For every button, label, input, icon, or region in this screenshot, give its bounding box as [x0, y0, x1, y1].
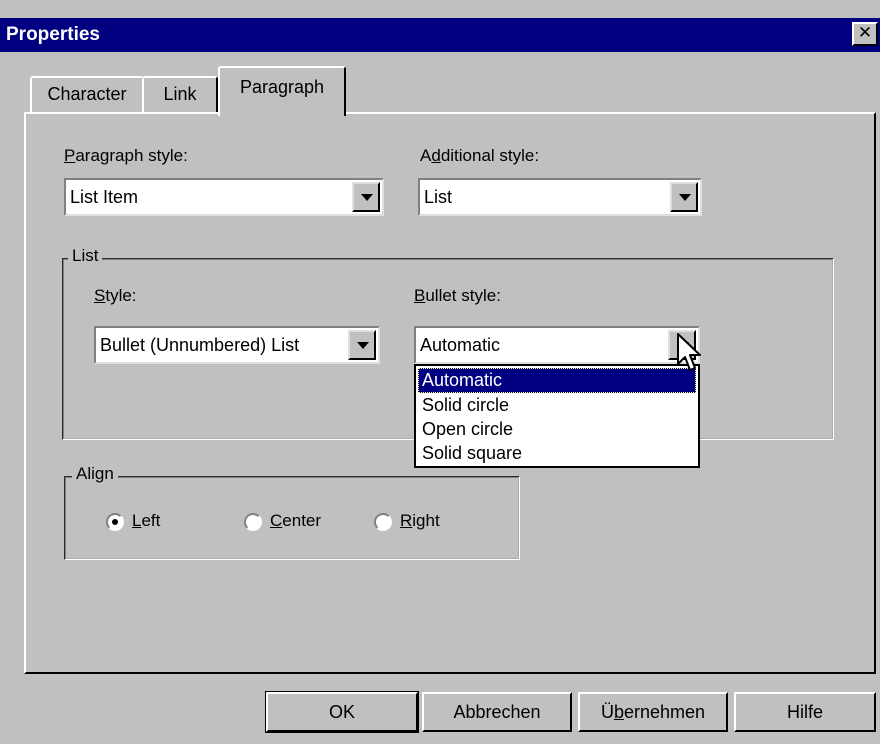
tab-link[interactable]: Link: [142, 76, 218, 112]
cancel-button[interactable]: Abbrechen: [422, 692, 572, 732]
list-item-solid-circle[interactable]: Solid circle: [418, 393, 696, 418]
align-center-label[interactable]: Center: [270, 511, 321, 531]
bullet-style-label: Bullet style:: [414, 286, 501, 305]
list-style-value: Bullet (Unnumbered) List: [100, 335, 300, 355]
align-right-label[interactable]: Right: [400, 511, 440, 531]
help-button[interactable]: Hilfe: [734, 692, 876, 732]
align-center-radio[interactable]: [244, 513, 262, 531]
bullet-style-dropdown-list[interactable]: Automatic Solid circle Open circle Solid…: [414, 364, 700, 468]
additional-style-combo[interactable]: List: [418, 178, 702, 216]
list-item-solid-square[interactable]: Solid square: [418, 441, 696, 466]
align-right-radio[interactable]: [374, 513, 392, 531]
additional-style-value: List: [424, 187, 453, 207]
chevron-down-icon[interactable]: [352, 182, 380, 212]
align-group-legend: Align: [72, 464, 118, 484]
paragraph-style-label: Paragraph style:: [64, 146, 188, 165]
paragraph-style-combo[interactable]: List Item: [64, 178, 384, 216]
additional-style-label: Additional style:: [420, 146, 540, 165]
bullet-style-combo[interactable]: Automatic: [414, 326, 700, 364]
title-bar[interactable]: [0, 18, 880, 52]
tab-paragraph[interactable]: Paragraph: [218, 66, 346, 116]
list-style-combo[interactable]: Bullet (Unnumbered) List: [94, 326, 380, 364]
tab-character[interactable]: Character: [30, 76, 144, 112]
paragraph-style-value: List Item: [70, 187, 139, 207]
list-group-legend: List: [68, 246, 103, 266]
mouse-pointer-icon: [677, 333, 701, 371]
list-item-open-circle[interactable]: Open circle: [418, 417, 696, 442]
list-style-label: Style:: [94, 286, 137, 305]
chevron-down-icon[interactable]: [348, 330, 376, 360]
window-title: Properties: [6, 24, 100, 45]
bullet-style-value: Automatic: [420, 335, 501, 355]
close-icon: ✕: [857, 23, 873, 42]
apply-button[interactable]: Übernehmen: [578, 692, 728, 732]
align-left-radio[interactable]: [106, 513, 124, 531]
ok-button[interactable]: OK: [265, 691, 419, 733]
close-button[interactable]: ✕: [852, 22, 878, 46]
align-left-label[interactable]: Left: [132, 511, 160, 531]
list-item-automatic[interactable]: Automatic: [418, 368, 696, 393]
chevron-down-icon[interactable]: [670, 182, 698, 212]
